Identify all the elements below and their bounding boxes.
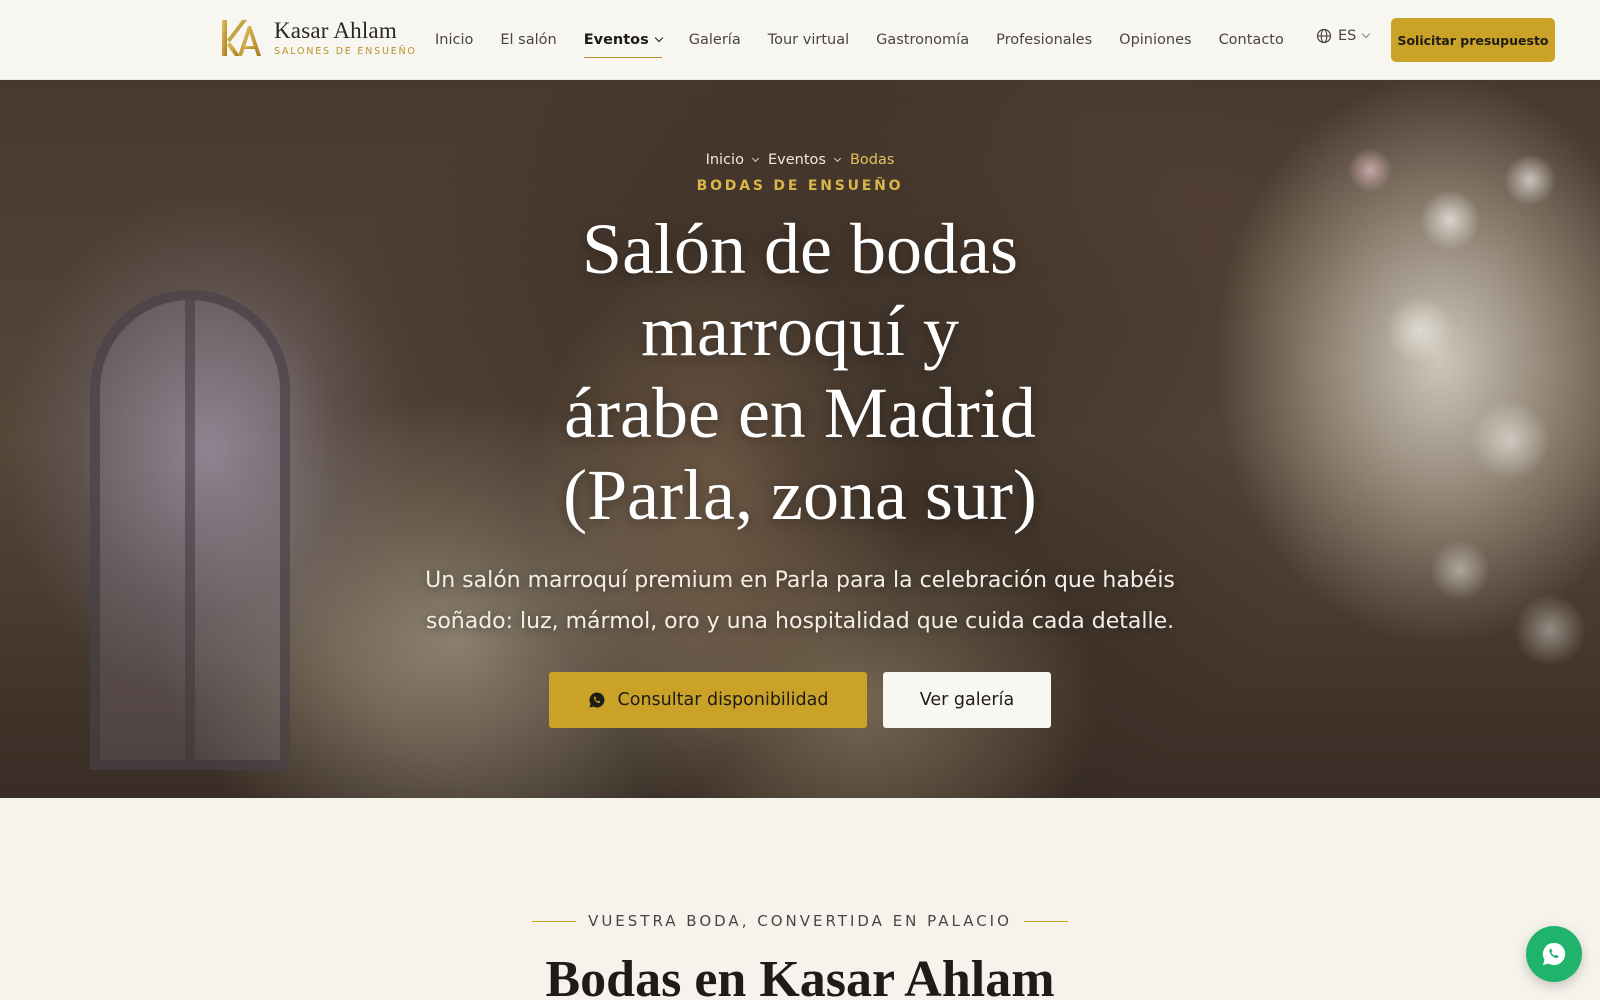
nav-label: Opiniones: [1119, 32, 1192, 48]
language-selector[interactable]: ES: [1316, 28, 1371, 44]
title-line: (Parla, zona sur): [563, 455, 1037, 535]
nav-item-tour-virtual[interactable]: Tour virtual: [768, 0, 849, 80]
section-eyebrow: VUESTRA BODA, CONVERTIDA EN PALACIO: [0, 912, 1600, 930]
view-gallery-button[interactable]: Ver galería: [883, 672, 1051, 728]
nav-label: Eventos: [583, 32, 649, 48]
subtitle-line: Un salón marroquí premium en Parla para …: [425, 568, 1175, 593]
nav-label: Galería: [688, 32, 741, 48]
brand-name: Kasar Ahlam: [274, 18, 397, 43]
hero-eyebrow: BODAS DE ENSUEÑO: [696, 178, 904, 194]
main-nav: Inicio El salón Eventos Galería Tour vir…: [435, 0, 1311, 80]
language-code: ES: [1338, 28, 1357, 44]
divider: [1023, 920, 1068, 922]
section-eyebrow-text: VUESTRA BODA, CONVERTIDA EN PALACIO: [588, 912, 1012, 930]
nav-item-inicio[interactable]: Inicio: [435, 0, 473, 80]
chevron-down-icon: [833, 154, 841, 163]
whatsapp-float-button[interactable]: [1526, 926, 1582, 982]
nav-label: El salón: [500, 32, 557, 48]
whatsapp-icon: [1542, 942, 1566, 966]
chevron-down-icon: [654, 33, 664, 43]
nav-item-galeria[interactable]: Galería: [689, 0, 741, 80]
nav-label: Gastronomía: [876, 32, 970, 48]
request-quote-button[interactable]: Solicitar presupuesto: [1391, 18, 1555, 62]
brand-tagline: SALONES DE ENSUEÑO: [274, 46, 417, 57]
breadcrumb-inicio[interactable]: Inicio: [706, 152, 744, 168]
section-title: Bodas en Kasar Ahlam: [545, 951, 1055, 1000]
nav-label: Profesionales: [996, 32, 1093, 48]
nav-item-gastronomia[interactable]: Gastronomía: [876, 0, 969, 80]
nav-label: Tour virtual: [767, 32, 850, 48]
brand-logo[interactable]: Kasar Ahlam SALONES DE ENSUEÑO: [216, 14, 417, 62]
title-line: marroquí y: [641, 291, 959, 371]
chevron-down-icon: [751, 154, 760, 163]
divider: [532, 920, 577, 922]
subtitle-line: soñado: luz, mármol, oro y una hospitali…: [425, 609, 1175, 634]
page-title: Salón de bodas marroquí y árabe en Madri…: [500, 208, 1100, 536]
title-line: Salón de bodas: [582, 209, 1018, 289]
breadcrumb-current: Bodas: [849, 152, 895, 168]
site-header: Kasar Ahlam SALONES DE ENSUEÑO Inicio El…: [0, 0, 1600, 80]
button-label: Consultar disponibilidad: [617, 690, 829, 710]
hero-subtitle: Un salón marroquí premium en Parla para …: [380, 560, 1220, 642]
nav-item-eventos[interactable]: Eventos: [583, 0, 664, 80]
whatsapp-icon: [589, 692, 604, 708]
nav-item-contacto[interactable]: Contacto: [1219, 0, 1284, 80]
nav-item-profesionales[interactable]: Profesionales: [996, 0, 1092, 80]
nav-item-opiniones[interactable]: Opiniones: [1119, 0, 1191, 80]
check-availability-button[interactable]: Consultar disponibilidad: [549, 672, 867, 728]
nav-label: Contacto: [1218, 32, 1284, 48]
breadcrumb-eventos[interactable]: Eventos: [768, 152, 826, 168]
title-line: árabe en Madrid: [564, 373, 1036, 453]
globe-icon: [1316, 28, 1332, 44]
ka-monogram-icon: [222, 20, 261, 56]
chevron-down-icon: [1362, 29, 1371, 39]
breadcrumb: Inicio Eventos Bodas: [0, 152, 1600, 168]
hero-section: Inicio Eventos Bodas BODAS DE ENSUEÑO Saló…: [0, 80, 1600, 798]
nav-label: Inicio: [435, 32, 474, 48]
nav-item-el-salon[interactable]: El salón: [500, 0, 556, 80]
